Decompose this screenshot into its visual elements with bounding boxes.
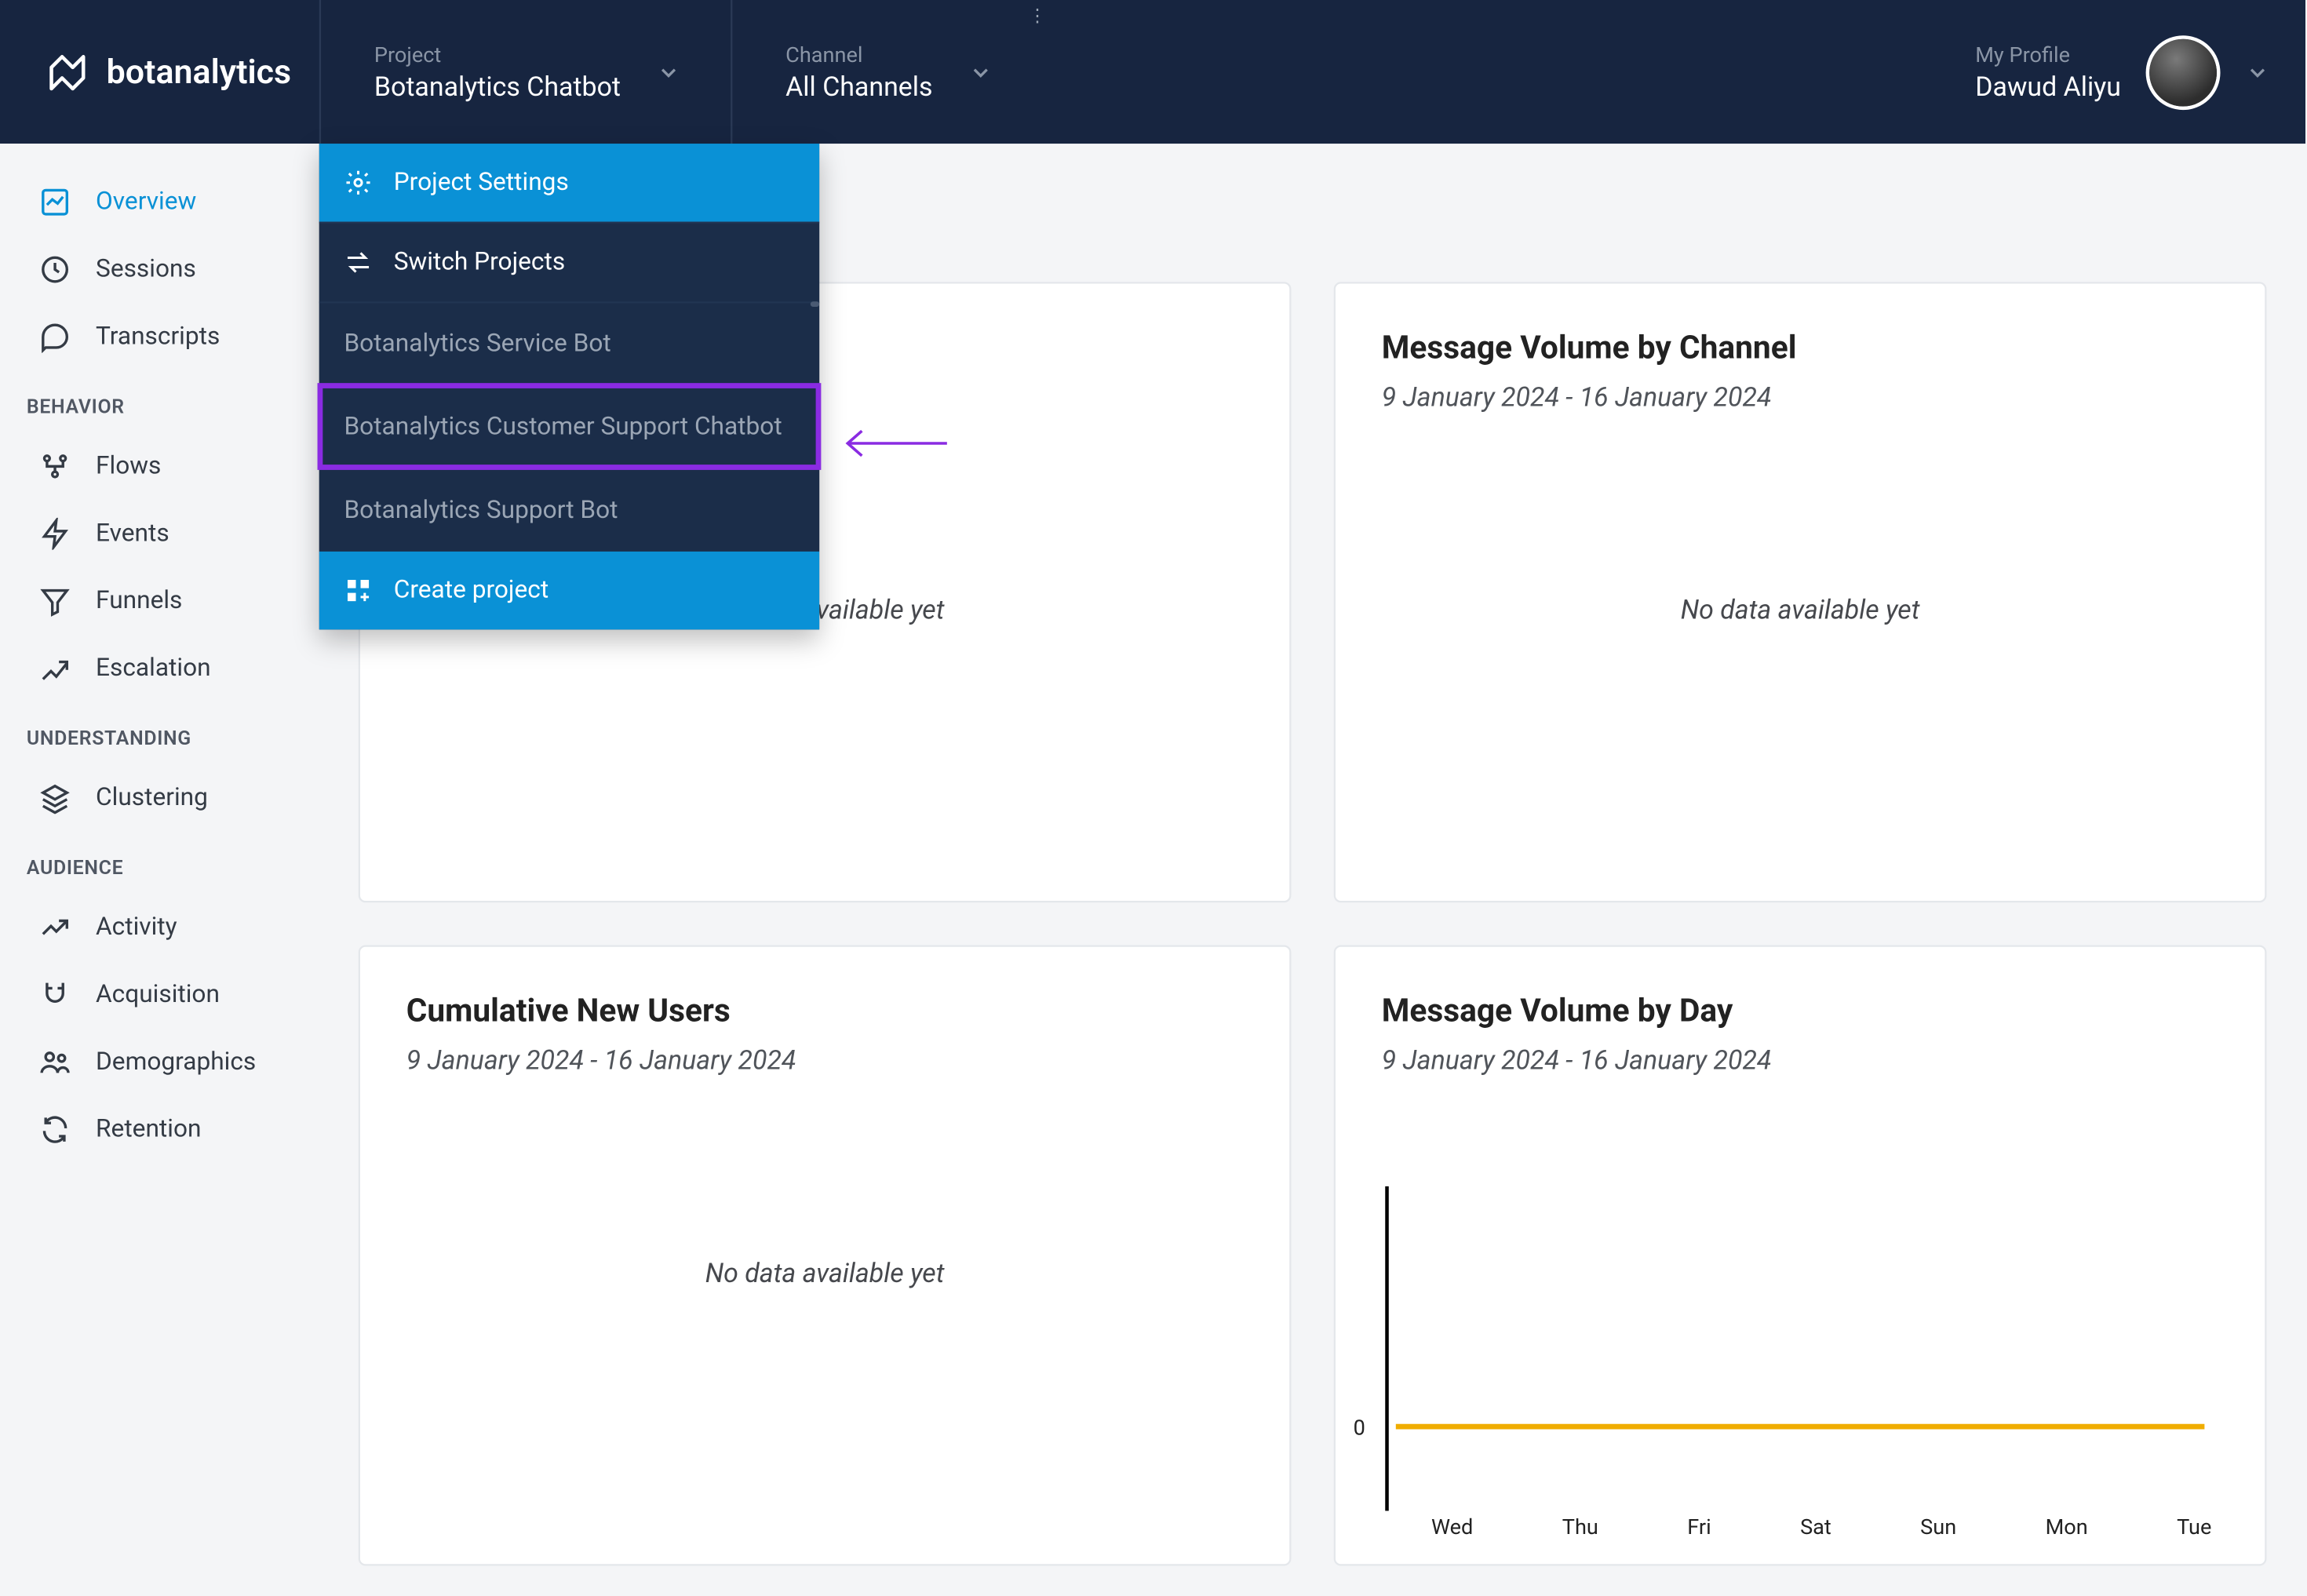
profile-label: My Profile (1975, 42, 2121, 67)
chevron-down-icon (656, 60, 681, 85)
gear-icon (344, 169, 372, 197)
create-project-item[interactable]: Create project (319, 552, 819, 629)
sidebar-item-sessions[interactable]: Sessions (0, 236, 319, 304)
project-selector-label: Project (374, 42, 621, 67)
channel-selector[interactable]: Channel All Channels (731, 0, 1043, 144)
sidebar-item-demographics[interactable]: Demographics (0, 1029, 319, 1096)
layers-icon (39, 782, 71, 814)
refresh-icon (39, 1113, 71, 1146)
card-subtitle: 9 January 2024 - 16 January 2024 (1382, 1044, 2219, 1077)
sidebar-item-escalation[interactable]: Escalation (0, 635, 319, 702)
project-selector[interactable]: Project Botanalytics Chatbot (319, 0, 731, 144)
sidebar-item-events[interactable]: Events (0, 500, 319, 567)
logo-icon (46, 50, 89, 93)
project-option-label: Botanalytics Support Bot (344, 497, 618, 525)
card-title: Cumulative New Users (406, 993, 1244, 1030)
card-cumulative-new-users: Cumulative New Users 9 January 2024 - 16… (359, 946, 1292, 1566)
card-message-volume-day: Message Volume by Day 9 January 2024 - 1… (1334, 946, 2267, 1566)
profile-menu[interactable]: My Profile Dawud Aliyu (1944, 0, 2305, 144)
escalation-icon (39, 653, 71, 685)
drag-handle-icon: ⋮ (1029, 7, 1044, 27)
chart-x-tick: Mon (2045, 1514, 2087, 1540)
card-title: Message Volume by Day (1382, 993, 2219, 1030)
sidebar-item-label: Activity (96, 913, 177, 942)
chart-x-tick: Sat (1800, 1514, 1831, 1540)
sidebar-section-behavior: BEHAVIOR (0, 370, 319, 432)
chart-x-tick: Wed (1431, 1514, 1473, 1540)
project-option-label: Botanalytics Customer Support Chatbot (344, 414, 782, 442)
sidebar-item-funnels[interactable]: Funnels (0, 567, 319, 635)
sidebar-item-activity[interactable]: Activity (0, 894, 319, 961)
sidebar-item-label: Sessions (96, 255, 196, 283)
sidebar-item-label: Demographics (96, 1048, 256, 1077)
sidebar-item-overview[interactable]: Overview (0, 169, 319, 236)
project-option-0[interactable]: Botanalytics Service Bot (319, 301, 819, 384)
sidebar-section-audience: AUDIENCE (0, 832, 319, 894)
annotation-arrow-icon (837, 428, 951, 467)
overview-icon (39, 186, 71, 218)
chevron-down-icon (968, 60, 993, 85)
card-subtitle: 9 January 2024 - 16 January 2024 (406, 1044, 1244, 1077)
channel-selector-value: All Channels (785, 70, 932, 102)
no-data-text: No data available yet (705, 1258, 944, 1290)
chart-x-labels: Wed Thu Fri Sat Sun Mon Tue (1431, 1514, 2211, 1540)
project-dropdown-panel: Project Settings Switch Projects Botanal… (319, 144, 819, 629)
flows-icon (39, 450, 71, 483)
sidebar-item-label: Escalation (96, 654, 211, 683)
chevron-down-icon (2245, 60, 2270, 85)
sidebar-item-flows[interactable]: Flows (0, 432, 319, 500)
chart-series-line (1396, 1424, 2205, 1429)
channel-selector-label: Channel (785, 42, 932, 67)
switch-projects-label: Switch Projects (394, 248, 565, 276)
chat-icon (39, 321, 71, 353)
chart-x-tick: Tue (2177, 1514, 2211, 1540)
grid-plus-icon (344, 577, 372, 605)
sidebar: Overview Sessions Transcripts BEHAVIOR F… (0, 144, 319, 1596)
sidebar-item-clustering[interactable]: Clustering (0, 764, 319, 832)
bolt-icon (39, 518, 71, 550)
sidebar-item-label: Flows (96, 452, 161, 480)
scrollbar-thumb[interactable] (811, 301, 819, 307)
card-title: Message Volume by Channel (1382, 330, 2219, 366)
brand-logo[interactable]: botanalytics (0, 0, 319, 144)
sidebar-item-label: Clustering (96, 784, 208, 812)
magnet-icon (39, 979, 71, 1011)
sidebar-item-transcripts[interactable]: Transcripts (0, 303, 319, 370)
users-icon (39, 1046, 71, 1078)
no-data-text: No data available yet (1680, 595, 1919, 627)
profile-name: Dawud Aliyu (1975, 70, 2121, 102)
sidebar-section-understanding: UNDERSTANDING (0, 702, 319, 764)
funnel-icon (39, 585, 71, 618)
sidebar-item-retention[interactable]: Retention (0, 1096, 319, 1164)
sidebar-item-label: Events (96, 519, 169, 548)
chart-x-tick: Sun (1920, 1514, 1956, 1540)
switch-projects-item[interactable]: Switch Projects (319, 222, 819, 302)
chart-x-tick: Fri (1687, 1514, 1711, 1540)
chart-y-axis (1385, 1186, 1389, 1511)
avatar (2146, 35, 2221, 109)
sidebar-item-label: Funnels (96, 587, 182, 615)
sidebar-item-label: Transcripts (96, 322, 220, 351)
project-settings-label: Project Settings (394, 169, 569, 197)
chart-y-tick: 0 (1353, 1415, 1365, 1440)
create-project-label: Create project (394, 577, 549, 605)
sidebar-item-label: Retention (96, 1116, 201, 1144)
sidebar-item-acquisition[interactable]: Acquisition (0, 961, 319, 1029)
card-message-volume-channel: Message Volume by Channel 9 January 2024… (1334, 282, 2267, 902)
project-option-2[interactable]: Botanalytics Support Bot (319, 468, 819, 552)
brand-name: botanalytics (107, 52, 292, 93)
sidebar-item-label: Acquisition (96, 981, 220, 1009)
clock-icon (39, 253, 71, 286)
app-header: botanalytics Project Botanalytics Chatbo… (0, 0, 2305, 144)
project-option-1[interactable]: Botanalytics Customer Support Chatbot (319, 384, 819, 468)
project-selector-value: Botanalytics Chatbot (374, 70, 621, 102)
sidebar-item-label: Overview (96, 188, 196, 217)
card-subtitle: 9 January 2024 - 16 January 2024 (1382, 381, 2219, 414)
activity-icon (39, 912, 71, 944)
project-option-label: Botanalytics Service Bot (344, 330, 610, 358)
swap-icon (344, 248, 372, 276)
project-settings-item[interactable]: Project Settings (319, 144, 819, 221)
chart-x-tick: Thu (1562, 1514, 1598, 1540)
